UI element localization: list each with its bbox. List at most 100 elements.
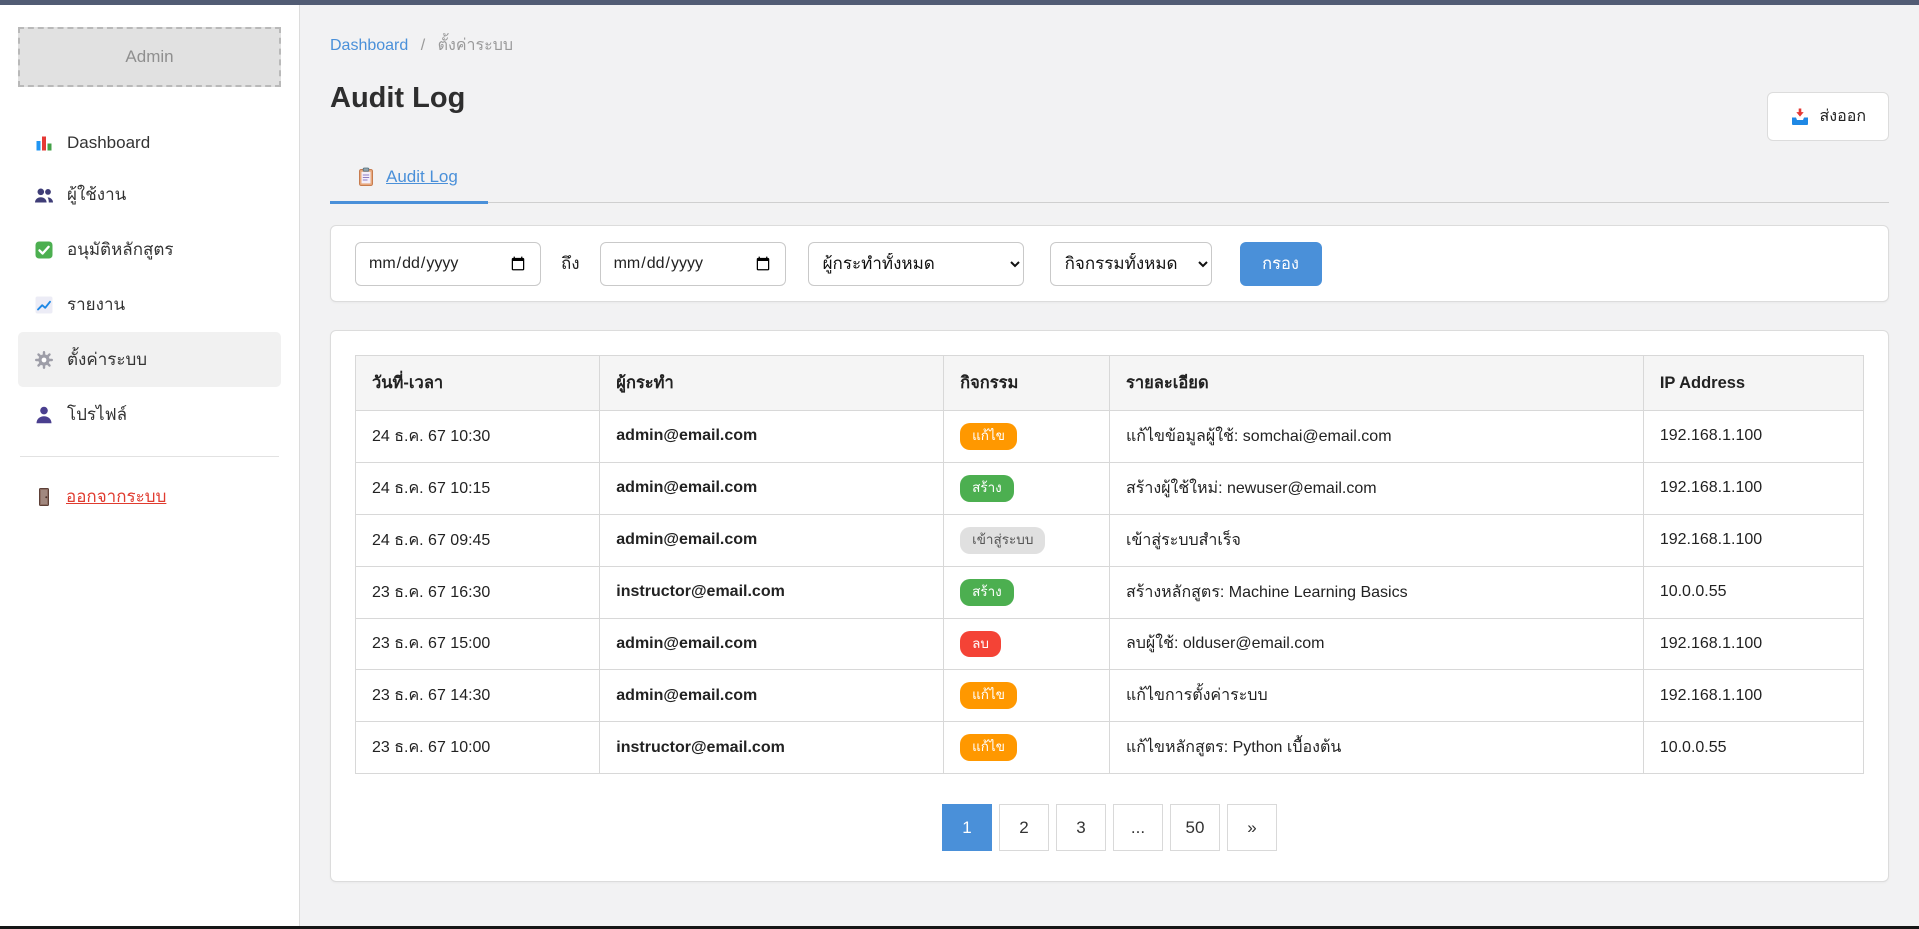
table-row: 23 ธ.ค. 67 10:00 instructor@email.com แก…: [356, 722, 1864, 774]
cell-datetime: 24 ธ.ค. 67 10:30: [356, 411, 600, 463]
cell-action: ลบ: [944, 618, 1110, 670]
sidebar-item-label: โปรไฟล์: [67, 401, 127, 428]
cell-ip: 192.168.1.100: [1643, 462, 1863, 514]
sidebar-item-1[interactable]: ผู้ใช้งาน: [18, 167, 281, 222]
cell-ip: 192.168.1.100: [1643, 618, 1863, 670]
table-row: 24 ธ.ค. 67 10:30 admin@email.com แก้ไข แ…: [356, 411, 1864, 463]
page-button-1[interactable]: 1: [942, 804, 992, 851]
sidebar-item-label: รายงาน: [67, 291, 125, 318]
action-badge: แก้ไข: [960, 734, 1017, 761]
sidebar-item-0[interactable]: Dashboard: [18, 119, 281, 167]
tab-label: Audit Log: [386, 167, 458, 187]
sidebar-item-label: ผู้ใช้งาน: [67, 181, 126, 208]
sidebar-item-label: ตั้งค่าระบบ: [67, 346, 147, 373]
cell-datetime: 24 ธ.ค. 67 10:15: [356, 462, 600, 514]
cell-actor: admin@email.com: [600, 670, 944, 722]
cell-action: แก้ไข: [944, 670, 1110, 722]
page-button-3[interactable]: 3: [1056, 804, 1106, 851]
sidebar-item-label: Dashboard: [67, 133, 150, 153]
cell-details: แก้ไขข้อมูลผู้ใช้: somchai@email.com: [1109, 411, 1643, 463]
table-row: 24 ธ.ค. 67 09:45 admin@email.com เข้าสู่…: [356, 514, 1864, 566]
sidebar-item-label: อนุมัติหลักสูตร: [67, 236, 174, 263]
page-title: Audit Log: [330, 82, 1889, 115]
date-from-input[interactable]: [355, 242, 541, 286]
breadcrumb-current: ตั้งค่าระบบ: [438, 37, 513, 54]
cell-details: สร้างผู้ใช้ใหม่: newuser@email.com: [1109, 462, 1643, 514]
action-badge: ลบ: [960, 631, 1001, 658]
cell-ip: 192.168.1.100: [1643, 411, 1863, 463]
cell-actor: admin@email.com: [600, 618, 944, 670]
tab-audit-log[interactable]: Audit Log: [330, 159, 488, 204]
bar-chart-icon: [34, 133, 54, 153]
cell-action: แก้ไข: [944, 411, 1110, 463]
sidebar-divider: [20, 456, 279, 457]
column-header: กิจกรรม: [944, 356, 1110, 411]
cell-datetime: 23 ธ.ค. 67 10:00: [356, 722, 600, 774]
sidebar-item-2[interactable]: อนุมัติหลักสูตร: [18, 222, 281, 277]
cell-details: ลบผู้ใช้: olduser@email.com: [1109, 618, 1643, 670]
breadcrumb: Dashboard / ตั้งค่าระบบ: [330, 33, 1889, 58]
filter-bar: ถึง ผู้กระทำทั้งหมด กิจกรรมทั้งหมด กรอง: [330, 225, 1889, 302]
clipboard-icon: [356, 167, 376, 187]
column-header: IP Address: [1643, 356, 1863, 411]
cell-datetime: 23 ธ.ค. 67 15:00: [356, 618, 600, 670]
action-badge: เข้าสู่ระบบ: [960, 527, 1045, 554]
app-window: Admin Dashboard ผู้ใช้งาน อนุมัติหลักสูต…: [0, 5, 1919, 926]
logout-label: ออกจากระบบ: [66, 483, 166, 510]
table-row: 23 ธ.ค. 67 14:30 admin@email.com แก้ไข แ…: [356, 670, 1864, 722]
page-button-»[interactable]: »: [1227, 804, 1277, 851]
sidebar-nav: Dashboard ผู้ใช้งาน อนุมัติหลักสูตร รายง…: [18, 119, 281, 442]
cell-details: เข้าสู่ระบบสำเร็จ: [1109, 514, 1643, 566]
action-badge: สร้าง: [960, 579, 1014, 606]
date-range-to-label: ถึง: [561, 250, 580, 277]
cell-actor: instructor@email.com: [600, 722, 944, 774]
door-icon: [34, 487, 54, 507]
table-row: 23 ธ.ค. 67 16:30 instructor@email.com สร…: [356, 566, 1864, 618]
sidebar-item-5[interactable]: โปรไฟล์: [18, 387, 281, 442]
cell-datetime: 23 ธ.ค. 67 16:30: [356, 566, 600, 618]
sidebar-item-4[interactable]: ตั้งค่าระบบ: [18, 332, 281, 387]
actor-select[interactable]: ผู้กระทำทั้งหมด: [808, 242, 1024, 286]
cell-ip: 10.0.0.55: [1643, 566, 1863, 618]
cell-ip: 192.168.1.100: [1643, 514, 1863, 566]
check-box-icon: [34, 240, 54, 260]
action-badge: แก้ไข: [960, 423, 1017, 450]
sidebar: Admin Dashboard ผู้ใช้งาน อนุมัติหลักสูต…: [0, 5, 300, 926]
pagination: 123...50»: [355, 804, 1864, 851]
cell-details: แก้ไขหลักสูตร: Python เบื้องต้น: [1109, 722, 1643, 774]
gear-icon: [34, 350, 54, 370]
page-button-...[interactable]: ...: [1113, 804, 1163, 851]
activity-select[interactable]: กิจกรรมทั้งหมด: [1050, 242, 1212, 286]
table-row: 23 ธ.ค. 67 15:00 admin@email.com ลบ ลบผู…: [356, 618, 1864, 670]
cell-actor: admin@email.com: [600, 514, 944, 566]
export-icon: [1790, 107, 1810, 127]
tab-bar: Audit Log: [330, 159, 1889, 203]
audit-log-table: วันที่-เวลาผู้กระทำกิจกรรมรายละเอียดIP A…: [355, 355, 1864, 774]
users-icon: [34, 185, 54, 205]
cell-actor: admin@email.com: [600, 411, 944, 463]
column-header: ผู้กระทำ: [600, 356, 944, 411]
table-row: 24 ธ.ค. 67 10:15 admin@email.com สร้าง ส…: [356, 462, 1864, 514]
breadcrumb-dashboard-link[interactable]: Dashboard: [330, 37, 408, 54]
page-button-2[interactable]: 2: [999, 804, 1049, 851]
action-badge: สร้าง: [960, 475, 1014, 502]
logout-link[interactable]: ออกจากระบบ: [34, 483, 265, 510]
cell-action: เข้าสู่ระบบ: [944, 514, 1110, 566]
person-icon: [34, 405, 54, 425]
date-to-input[interactable]: [600, 242, 786, 286]
action-badge: แก้ไข: [960, 682, 1017, 709]
cell-actor: admin@email.com: [600, 462, 944, 514]
cell-actor: instructor@email.com: [600, 566, 944, 618]
sidebar-item-3[interactable]: รายงาน: [18, 277, 281, 332]
cell-datetime: 23 ธ.ค. 67 14:30: [356, 670, 600, 722]
column-header: รายละเอียด: [1109, 356, 1643, 411]
export-button[interactable]: ส่งออก: [1767, 92, 1889, 141]
filter-button[interactable]: กรอง: [1240, 242, 1322, 286]
cell-action: สร้าง: [944, 462, 1110, 514]
breadcrumb-separator: /: [421, 37, 425, 54]
brand-logo-placeholder: Admin: [18, 27, 281, 87]
cell-ip: 192.168.1.100: [1643, 670, 1863, 722]
cell-action: แก้ไข: [944, 722, 1110, 774]
cell-action: สร้าง: [944, 566, 1110, 618]
page-button-50[interactable]: 50: [1170, 804, 1220, 851]
